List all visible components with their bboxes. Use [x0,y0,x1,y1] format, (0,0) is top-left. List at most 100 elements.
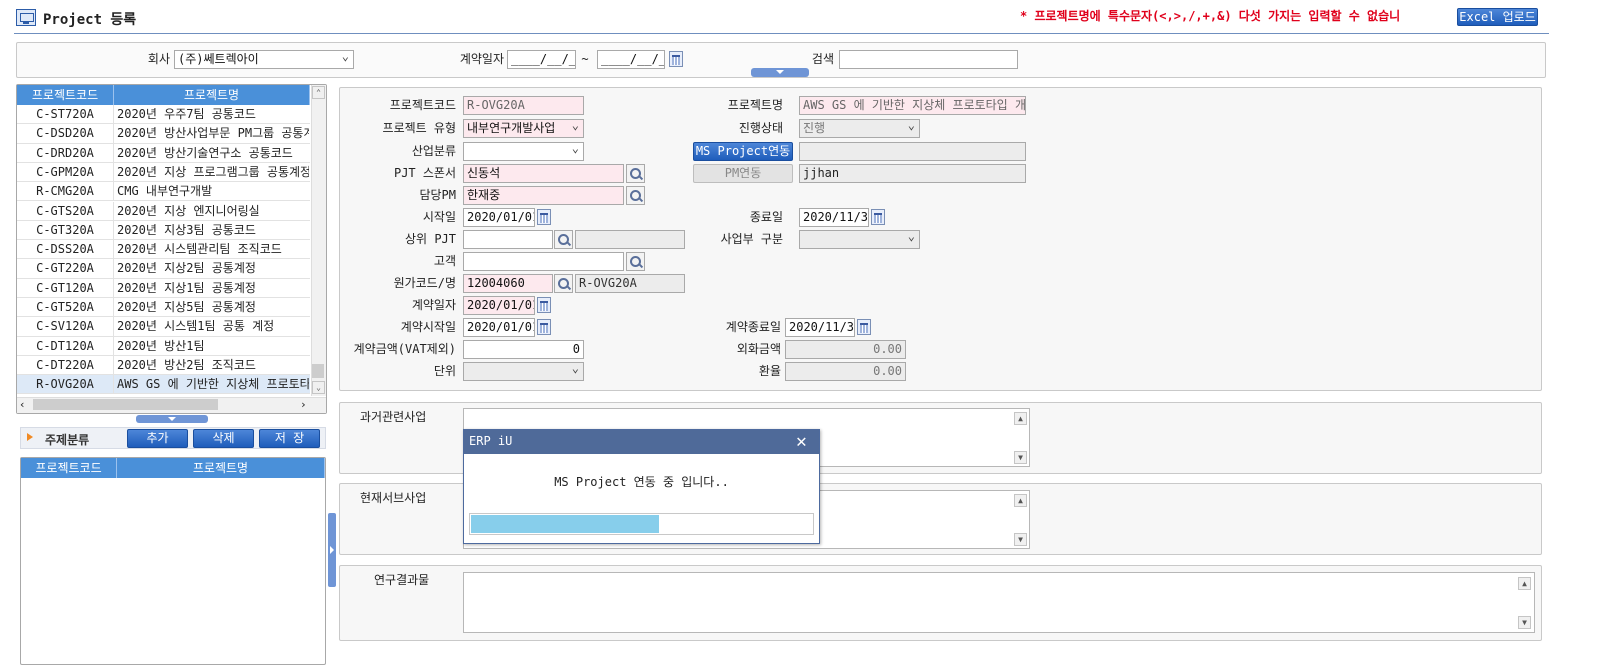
foreign-amount-field[interactable]: 0.00 [785,340,906,359]
sub-col-project-name[interactable]: 프로젝트명 [117,458,325,478]
project-code-cell: C-GT120A [17,278,114,297]
customer-label: 고객 [433,254,456,268]
contract-amount-field[interactable]: 0 [463,340,584,359]
division-select[interactable] [799,230,920,249]
start-date-field[interactable]: 2020/01/01 [463,208,535,227]
scroll-left-icon[interactable]: ‹ [19,398,26,411]
start-date-calendar-icon[interactable] [537,209,551,225]
pm-link-button[interactable]: PM연동 [693,164,793,183]
table-row[interactable]: C-GT220A 2020년 지상2팀 공통계정 [17,259,310,279]
project-type-select[interactable]: 내부연구개발사업 [463,119,584,138]
contract-date-field[interactable]: 2020/01/01 [463,296,535,315]
project-name-cell: 2020년 지상5팀 공통계정 [117,300,256,314]
sponsor-search-icon[interactable] [626,164,645,183]
table-row[interactable]: C-GT320A 2020년 지상3팀 공통코드 [17,220,310,241]
add-button[interactable]: 추가 [127,429,188,448]
table-row[interactable]: C-DRD20A 2020년 방산기술연구소 공통코드 [17,143,310,163]
ms-project-button[interactable]: MS Project연동 [693,142,793,161]
ms-project-field[interactable] [799,142,1026,161]
contract-amount-label: 계약금액(VAT제외) [353,342,456,356]
result-scroll-up-icon[interactable]: ▲ [1518,577,1531,590]
table-row[interactable]: C-SV120A 2020년 시스템1팀 공통 계정 [17,317,310,337]
table-row[interactable]: R-CMG20A CMG 내부연구개발 [17,182,310,202]
current-scroll-up-icon[interactable]: ▲ [1014,494,1027,507]
scroll-up-icon[interactable]: ⌃ [312,86,325,99]
collapse-search-handle[interactable] [751,68,809,77]
table-row[interactable]: C-DSD20A 2020년 방산사업부문 PM그룹 공통계 [17,124,310,144]
end-date-field[interactable]: 2020/11/30 [799,208,869,227]
sub-grid [20,457,326,665]
company-select[interactable]: (주)쎄트렉아이 [174,50,354,69]
pm-link-field[interactable]: jjhan [799,164,1026,183]
project-name-cell: 2020년 방산사업부문 PM그룹 공통계 [117,126,309,141]
contract-date-calendar-icon[interactable] [537,297,551,313]
contract-end-label: 계약종료일 [725,320,781,334]
col-project-code[interactable]: 프로젝트코드 [17,85,114,105]
table-row[interactable]: C-DT120A 2020년 방산1팀 [17,336,310,356]
project-code-cell: C-ST720A [17,105,114,124]
contract-end-field[interactable]: 2020/11/30 [785,318,855,337]
contract-end-calendar-icon[interactable] [857,319,871,335]
table-row[interactable]: R-OVG20A AWS GS 에 기반한 지상체 프로토타 [17,375,310,395]
contract-date-to[interactable]: ____/__/__ [597,50,665,69]
parent-pjt-search-icon[interactable] [554,230,573,249]
project-name-cell: 2020년 시스템1팀 공통 계정 [117,319,275,334]
parent-pjt-field[interactable] [463,230,553,249]
project-code-cell: C-GPM20A [17,162,114,182]
table-row[interactable]: C-GTS20A 2020년 지상 엔지니어링실 [17,201,310,221]
splitter-handle[interactable] [328,513,336,587]
end-date-calendar-icon[interactable] [871,209,885,225]
pm-field[interactable]: 한재중 [463,186,624,205]
table-row[interactable]: C-GT520A 2020년 지상5팀 공통계정 [17,298,310,318]
customer-search-icon[interactable] [626,252,645,271]
pm-search-icon[interactable] [626,186,645,205]
list-vscroll-thumb[interactable] [312,364,324,378]
pjt-sponsor-field[interactable]: 신동석 [463,164,624,183]
cost-name-field[interactable]: R-OVG20A [575,274,685,293]
sub-col-project-code[interactable]: 프로젝트코드 [21,458,117,478]
customer-field[interactable] [463,252,624,271]
scroll-right-icon[interactable]: › [300,398,307,411]
list-hscroll-thumb[interactable] [33,399,218,410]
table-row[interactable]: C-GPM20A 2020년 지상 프로그램그룹 공통계정 [17,162,310,183]
contract-date-from[interactable]: ____/__/__ [507,50,576,69]
save-button[interactable]: 저 장 [259,429,320,448]
parent-pjt-name-field[interactable] [575,230,685,249]
col-project-name[interactable]: 프로젝트명 [114,85,310,105]
result-scroll-down-icon[interactable]: ▼ [1518,616,1531,629]
exchange-rate-field[interactable]: 0.00 [785,362,906,381]
calendar-icon[interactable] [669,51,683,67]
past-scroll-down-icon[interactable]: ▼ [1014,451,1027,464]
excel-upload-button[interactable]: Excel 업로드 [1457,8,1538,26]
progress-dialog: ERP iU ✕ MS Project 연동 중 입니다.. [463,429,820,544]
scroll-down-icon[interactable]: ⌄ [312,381,325,394]
progress-status-select[interactable]: 진행 [799,119,920,138]
research-result-textarea[interactable] [463,572,1535,633]
contract-start-calendar-icon[interactable] [537,319,551,335]
past-project-label: 과거관련사업 [360,410,427,424]
cost-code-search-icon[interactable] [554,274,573,293]
collapse-list-handle[interactable] [136,415,208,423]
unit-select[interactable] [463,362,584,381]
close-icon[interactable]: ✕ [796,431,807,453]
contract-start-field[interactable]: 2020/01/01 [463,318,535,337]
start-date-label: 시작일 [422,210,456,224]
project-code-cell: C-GT220A [17,259,114,278]
table-row[interactable]: C-DSS20A 2020년 시스템관리팀 조직코드 [17,240,310,260]
table-row[interactable]: C-DT220A 2020년 방산2팀 조직코드 [17,355,310,376]
keyword-input[interactable] [839,50,1018,69]
contract-date-form-label: 계약일자 [411,298,456,312]
past-scroll-up-icon[interactable]: ▲ [1014,412,1027,425]
contract-start-label: 계약시작일 [400,320,456,334]
delete-button[interactable]: 삭제 [193,429,254,448]
table-row[interactable]: C-GT120A 2020년 지상1팀 공통계정 [17,278,310,298]
unit-label: 단위 [433,364,456,378]
project-name-cell: 2020년 방산1팀 [117,338,205,353]
project-name-field[interactable]: AWS GS 에 기반한 지상체 프로토타입 개발 [799,96,1026,115]
project-code-field[interactable]: R-OVG20A [463,96,584,115]
cost-code-field[interactable]: 12004060 [463,274,553,293]
industry-select[interactable] [463,142,584,161]
current-scroll-down-icon[interactable]: ▼ [1014,533,1027,546]
table-row[interactable]: C-ST720A 2020년 우주7팀 공통코드 [17,105,310,125]
list-vscroll-track[interactable] [311,85,326,396]
